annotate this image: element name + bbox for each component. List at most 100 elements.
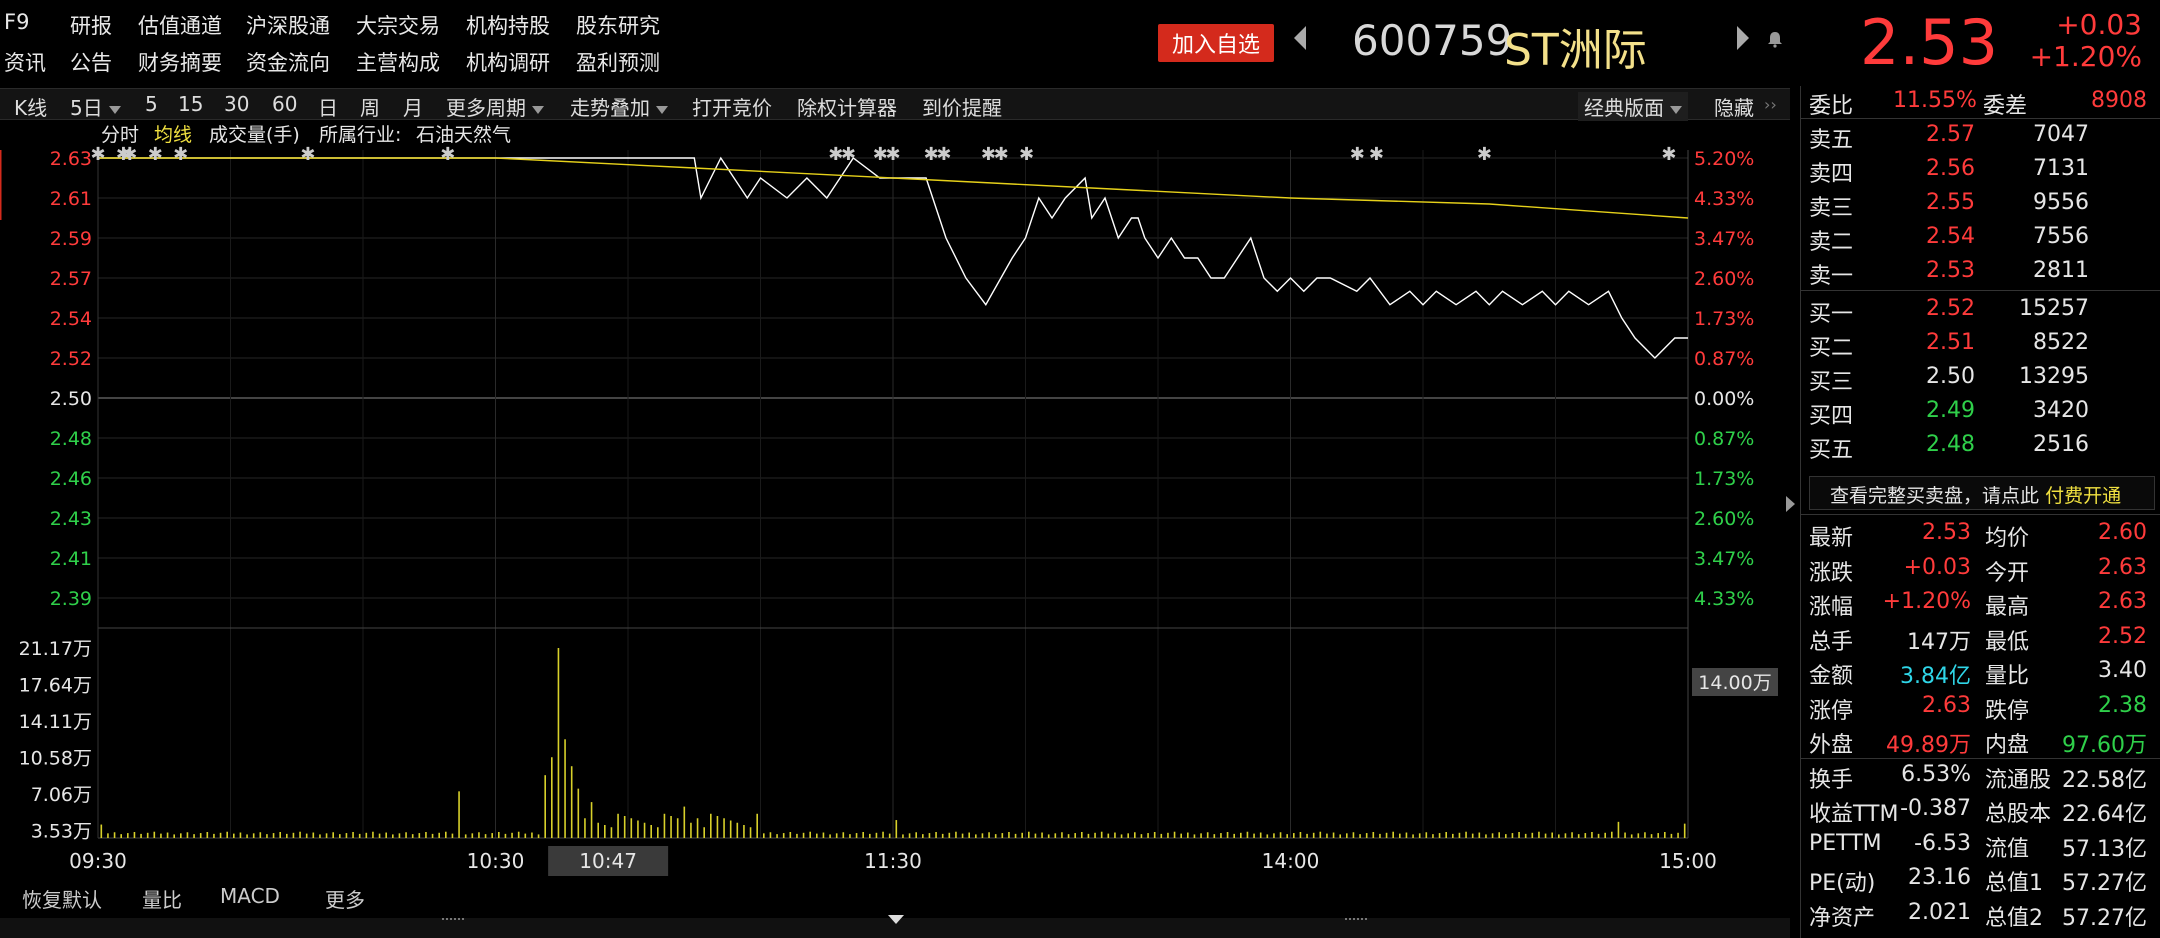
call-auction-button[interactable]: 打开竞价 [692,92,772,121]
event-marker-icon: ✱ [1477,144,1492,165]
nav-news[interactable]: 资讯 [0,47,60,77]
tab-more[interactable]: 更多 [325,884,365,913]
buy-level-3: 买三 2.50 13295 [1801,362,2160,396]
level-price: 2.50 [1926,364,1975,389]
level-price: 2.53 [1926,258,1975,283]
stat-row: 收益TTM -0.387 总股本 22.64亿 [1801,794,2160,828]
splitter-handle[interactable] [442,918,464,924]
price-tick-label: 2.57 [50,268,92,290]
more-periods-select[interactable]: 更多周期 [446,92,544,121]
stat-row: 金额 3.84亿 量比 3.40 [1801,656,2160,690]
splitter-handle[interactable] [1345,918,1367,924]
collapse-panel-icon[interactable] [1786,496,1795,512]
overlay-select[interactable]: 走势叠加 [570,92,668,121]
period-15min[interactable]: 15 [178,92,203,116]
stat-label: 量比 [1985,664,2030,689]
stat-label: 涨幅 [1809,595,1854,620]
period-week[interactable]: 周 [360,92,380,121]
stat-row: 最新 2.53 均价 2.60 [1801,518,2160,552]
stat-label: 内盘 [1985,733,2030,758]
level-price: 2.56 [1926,156,1975,181]
nav-fund-flow[interactable]: 资金流向 [240,47,350,77]
nav-valuation[interactable]: 估值通道 [132,10,240,40]
event-marker-icon: ✱ [122,144,137,165]
double-chevron-right-icon[interactable]: ›› [1764,95,1777,114]
subscribe-link[interactable]: 付费开通 [2045,485,2121,507]
stat-label: 总股本 [1985,802,2052,827]
stat-value: 23.16 [1908,865,1971,890]
period-5min[interactable]: 5 [145,92,158,116]
nav-connect[interactable]: 沪深股通 [240,10,350,40]
nav-block-trade[interactable]: 大宗交易 [350,10,460,40]
stat-value: 2.63 [2098,589,2147,614]
nav-research[interactable]: 研报 [60,10,132,40]
restore-default-button[interactable]: 恢复默认 [22,884,102,913]
full-orderbook-banner[interactable]: 查看完整买卖盘，请点此 付费开通 [1809,476,2155,510]
price-alert-button[interactable]: 到价提醒 [922,92,1002,121]
level-price: 2.55 [1926,190,1975,215]
level-label: 买一 [1809,302,1854,327]
nav-inst-hold[interactable]: 机构持股 [460,10,570,40]
stat-value: 6.53% [1901,761,1971,787]
stat-value: 2.63 [1922,692,1971,718]
quote-panel: 委比 11.55% 委差 8908 卖五 2.57 7047 卖四 2.56 7131 卖三… [1800,86,2160,938]
event-marker-icon: ✱ [841,144,856,165]
period-5day-select[interactable]: 5日 [70,92,121,121]
event-marker-icon: ✱ [300,144,315,165]
price-tick-label: 2.52 [50,348,92,370]
tab-macd[interactable]: MACD [220,884,280,908]
stat-label: 金额 [1809,664,1854,689]
stat-label: 流通股 [1985,767,2052,793]
stat-value: -0.387 [1900,796,1971,821]
period-month[interactable]: 月 [403,92,423,121]
stat-label: 均价 [1985,526,2030,551]
prev-stock-icon[interactable] [1294,26,1306,50]
stat-label: 今开 [1985,560,2030,586]
legend-avg-line[interactable]: 均线 [154,120,192,147]
pct-tick-label: 0.87% [1694,428,1754,450]
pct-tick-label: 1.73% [1694,468,1754,490]
last-price: 2.53 [1860,6,1999,79]
nav-announce[interactable]: 公告 [60,47,132,77]
stat-value: 22.58亿 [2062,767,2147,793]
stat-label: 涨跌 [1809,560,1854,586]
stat-label: 收益TTM [1809,802,1899,827]
nav-finance[interactable]: 财务摘要 [132,47,240,77]
sell-level-1: 卖一 2.53 2811 [1801,256,2160,290]
ex-rights-calc-button[interactable]: 除权计算器 [797,92,897,121]
bell-icon[interactable] [1766,30,1784,48]
next-stock-icon[interactable] [1737,26,1749,50]
nav-inst-survey[interactable]: 机构调研 [460,47,570,77]
chevron-down-icon [108,105,121,114]
legend-intraday[interactable]: 分时 [101,120,139,147]
add-watchlist-button[interactable]: 加入自选 [1158,24,1274,62]
nav-shareholder[interactable]: 股东研究 [570,10,680,40]
chart-canvas[interactable]: 2.63 5.20% 2.61 4.33% 2.59 3.47% 2.57 2.60% 2.54… [0,120,1790,880]
period-60min[interactable]: 60 [272,92,297,116]
time-tick-label: 10:30 [467,849,525,873]
nav-forecast[interactable]: 盈利预测 [570,47,680,77]
period-day[interactable]: 日 [318,92,338,121]
period-30min[interactable]: 30 [224,92,249,116]
hide-button[interactable]: 隐藏 [1714,92,1754,121]
event-marker-icon: ✱ [885,144,900,165]
price-tick-label: 2.63 [50,148,92,170]
level-label: 卖五 [1809,128,1854,153]
stat-label: 最高 [1985,595,2030,620]
kline-button[interactable]: K线 [14,92,47,121]
nav-business[interactable]: 主营构成 [350,47,460,77]
collapse-down-icon[interactable] [888,915,904,924]
intraday-chart[interactable]: 2.63 5.20% 2.61 4.33% 2.59 3.47% 2.57 2.60% 2.54… [0,120,1790,880]
tab-volume-ratio[interactable]: 量比 [142,884,182,913]
stat-label: 总值1 [1985,871,2043,896]
more-periods-label: 更多周期 [446,96,526,120]
volume-tick-label: 3.53万 [31,821,92,843]
legend-volume[interactable]: 成交量(手) [209,120,300,147]
industry-link[interactable]: 石油天然气 [416,120,511,147]
nav-row-2: 资讯 公告 财务摘要 资金流向 主营构成 机构调研 盈利预测 [0,47,680,77]
layout-select[interactable]: 经典版面 [1578,92,1688,121]
nav-f9[interactable]: F9 [0,10,60,40]
event-marker-icon: ✱ [1661,144,1676,165]
level-price: 2.52 [1926,296,1975,321]
stat-label: 总值2 [1985,905,2043,931]
